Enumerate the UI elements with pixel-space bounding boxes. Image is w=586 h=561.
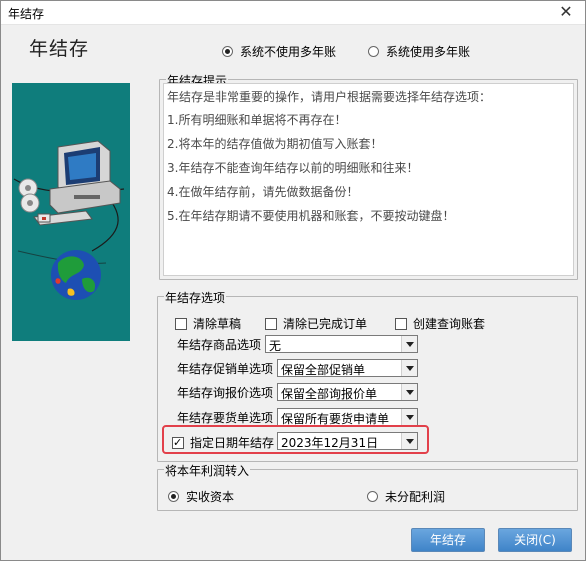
page-title: 年结存 <box>29 38 90 60</box>
close-button[interactable]: 关闭(C) <box>498 528 572 552</box>
promo-option-label: 年结存促销单选项 <box>177 362 274 376</box>
goods-option-select[interactable]: 无 <box>265 335 418 353</box>
quote-option-label: 年结存询报价选项 <box>177 386 274 400</box>
checkbox-label: 清除已完成订单 <box>283 317 368 331</box>
radio-no-multi-year[interactable]: 系统不使用多年账 <box>222 43 336 60</box>
checkbox-clear-draft[interactable]: 清除草稿 <box>175 315 241 332</box>
select-value: 保留全部促销单 <box>281 363 366 377</box>
checkbox-clear-completed-orders[interactable]: 清除已完成订单 <box>265 315 367 332</box>
radio-undistributed-profit[interactable]: 未分配利润 <box>367 488 445 505</box>
radio-unselected-icon[interactable] <box>368 46 379 57</box>
promo-option-select[interactable]: 保留全部促销单 <box>277 359 418 377</box>
tip-line: 1.所有明细账和单据将不再存在！ <box>167 113 347 127</box>
select-value: 无 <box>269 339 282 353</box>
checkbox-label: 清除草稿 <box>193 317 242 331</box>
radio-selected-icon[interactable] <box>168 491 179 502</box>
tip-line: 5.在年结存期请不要使用机器和账套，不要按动键盘！ <box>167 209 455 223</box>
radio-selected-icon[interactable] <box>222 46 233 57</box>
checkbox-icon[interactable] <box>175 317 187 330</box>
tip-line: 年结存是非常重要的操作，请用户根据需要选择年结存选项： <box>167 90 492 104</box>
date-highlight-box <box>162 425 429 454</box>
chevron-down-icon[interactable] <box>401 360 417 376</box>
checkbox-icon[interactable] <box>395 317 407 330</box>
select-value: 保留全部询报价单 <box>281 387 378 401</box>
dialog-body: 年结存 系统不使用多年账 系统使用多年账 年结存提示 年结存是非常重要的操作，请… <box>1 26 585 560</box>
title-bar: 年结存 ✕ <box>1 1 585 25</box>
goods-option-label: 年结存商品选项 <box>177 338 262 352</box>
tips-group: 年结存提示 年结存是非常重要的操作，请用户根据需要选择年结存选项： 1.所有明细… <box>159 72 578 280</box>
profit-legend: 将本年利润转入 <box>164 462 251 479</box>
computer-illustration-icon <box>13 140 125 300</box>
profit-transfer-group: 将本年利润转入 实收资本 未分配利润 <box>157 462 578 511</box>
year-end-dialog: 年结存 ✕ 年结存 系统不使用多年账 系统使用多年账 年结存提示 年结存是非常重… <box>0 0 586 561</box>
computer-globe-illustration <box>12 83 130 341</box>
year-end-button[interactable]: 年结存 <box>411 528 485 552</box>
radio-multi-year[interactable]: 系统使用多年账 <box>368 43 470 60</box>
tip-line: 3.年结存不能查询年结存以前的明细账和往来！ <box>167 161 419 175</box>
chevron-down-icon[interactable] <box>401 384 417 400</box>
checkbox-label: 创建查询账套 <box>413 317 486 331</box>
radio-label: 系统不使用多年账 <box>240 45 337 59</box>
options-legend: 年结存选项 <box>164 289 227 306</box>
radio-label: 实收资本 <box>186 490 235 504</box>
tip-line: 2.将本年的结存值做为期初值写入账套！ <box>167 137 383 151</box>
chevron-down-icon[interactable] <box>401 409 417 425</box>
radio-label: 系统使用多年账 <box>386 45 471 59</box>
requisition-option-select[interactable]: 保留所有要货申请单 <box>277 408 418 426</box>
radio-unselected-icon[interactable] <box>367 491 378 502</box>
tips-textbox: 年结存是非常重要的操作，请用户根据需要选择年结存选项： 1.所有明细账和单据将不… <box>163 83 574 276</box>
window-title: 年结存 <box>8 7 45 21</box>
requisition-option-label: 年结存要货单选项 <box>177 411 274 425</box>
checkbox-create-query-book[interactable]: 创建查询账套 <box>395 315 485 332</box>
radio-paid-in-capital[interactable]: 实收资本 <box>168 488 234 505</box>
close-icon[interactable]: ✕ <box>557 3 575 21</box>
tip-line: 4.在做年结存前，请先做数据备份！ <box>167 185 359 199</box>
radio-label: 未分配利润 <box>385 490 446 504</box>
quote-option-select[interactable]: 保留全部询报价单 <box>277 383 418 401</box>
checkbox-icon[interactable] <box>265 317 277 330</box>
chevron-down-icon[interactable] <box>401 336 417 352</box>
